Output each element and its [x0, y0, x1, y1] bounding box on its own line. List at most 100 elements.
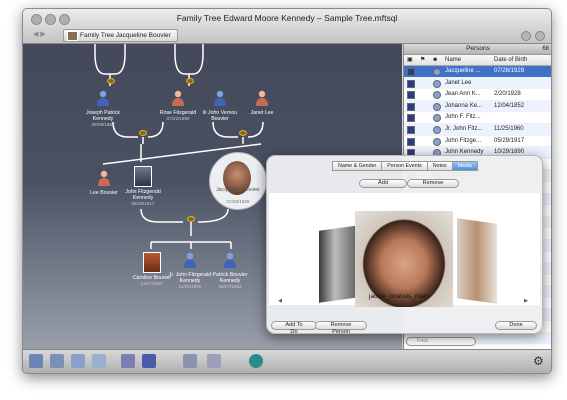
tree-person-joseph-patrick-kennedy[interactable]: Joseph Patrick Kennedy 09/06/1888 — [78, 90, 128, 128]
marriage-ring-icon — [239, 130, 247, 136]
person-row-name: Jr. John Fitz... — [445, 125, 483, 132]
done-button[interactable]: Done — [495, 321, 537, 330]
gender-icon — [433, 79, 441, 88]
person-photo — [143, 252, 161, 273]
media-coverflow[interactable] — [269, 193, 540, 307]
tree-marker-icon — [407, 68, 415, 76]
person-row[interactable]: Jean Ann K... 2/20/1928 — [404, 89, 551, 101]
pedigree-view-icon[interactable] — [50, 354, 64, 368]
gender-icon — [433, 137, 441, 146]
tree-person-janet-lee[interactable]: Janet Lee — [237, 90, 287, 116]
breadcrumb-thumb-icon — [67, 31, 78, 41]
globe-icon[interactable] — [249, 354, 263, 368]
tree-person-patrick-bouvier-kennedy[interactable]: Patrick Bouvier Kennedy 08/07/1963 — [205, 252, 255, 290]
scroll-right-icon[interactable]: ▶ — [523, 298, 529, 304]
person-row[interactable]: Janet Lee — [404, 77, 551, 90]
persons-count: 68 — [542, 46, 549, 52]
person-row[interactable]: Johanna Ke... 12/04/1852 — [404, 100, 551, 113]
marriage-ring-icon — [139, 130, 147, 136]
gender-icon — [433, 91, 441, 100]
person-row-name: John Fitzge... — [445, 137, 482, 144]
report-icon[interactable] — [121, 354, 135, 368]
tab-media[interactable]: Media — [451, 161, 479, 171]
gear-icon[interactable]: ⚙ — [533, 354, 547, 368]
person-row-name: John F. Fitz... — [445, 114, 481, 121]
breadcrumb[interactable]: Family Tree Jacqueline Bouvier — [63, 29, 178, 42]
person-row[interactable]: John F. Fitz... — [404, 112, 551, 124]
selected-person-bubble[interactable]: Jacqueline Bouvier 07/28/1929 — [209, 152, 267, 210]
toolbar-options-icon[interactable] — [535, 31, 545, 41]
tree-marker-icon — [407, 114, 415, 123]
forward-icon[interactable]: ▶ — [40, 31, 45, 38]
person-name: John Fitzgerald Kennedy — [125, 189, 161, 201]
column-icon-tree[interactable]: ▣ — [407, 55, 413, 65]
marriage-ring-icon — [186, 78, 194, 84]
person-row-dob: 12/04/1852 — [494, 102, 525, 109]
tree-marker-icon — [407, 79, 415, 88]
marriage-ring-icon — [187, 216, 195, 222]
title-bar: Family Tree Edward Moore Kennedy – Sampl… — [23, 9, 551, 44]
inspector-tabs: Name & Gender Person Events Notes Media — [332, 161, 479, 171]
persons-search-input[interactable]: Find — [406, 337, 476, 346]
person-date: 08/07/1963 — [218, 284, 242, 289]
person-row-name: Jean Ann K... — [445, 91, 481, 98]
window-title: Family Tree Edward Moore Kennedy – Sampl… — [176, 13, 398, 23]
nav-arrows[interactable]: ◀ ▶ — [33, 30, 46, 38]
add-person-icon[interactable] — [142, 354, 156, 368]
back-icon[interactable]: ◀ — [33, 31, 38, 38]
toolbar-toggle-icon[interactable] — [521, 31, 531, 41]
fan-chart-icon[interactable] — [92, 354, 106, 368]
male-person-icon — [184, 252, 196, 268]
bottom-toolbar: ⚙ — [23, 349, 551, 373]
column-icon-gender[interactable]: ☻ — [432, 55, 438, 65]
gender-icon — [433, 125, 441, 134]
persons-column-header: ▣ ⚑ ☻ Name Date of Birth — [404, 55, 551, 66]
gender-icon — [433, 102, 441, 111]
gender-icon — [433, 114, 441, 123]
media-thumbnail-left[interactable] — [319, 225, 359, 303]
male-person-icon — [224, 252, 236, 268]
tree-marker-icon — [407, 102, 415, 111]
person-row-dob: 07/28/1929 — [494, 68, 525, 74]
media-scrollbar[interactable]: ◀ ▶ — [277, 298, 529, 304]
female-person-icon — [256, 90, 268, 106]
person-name: Janet Lee — [250, 110, 274, 116]
person-row[interactable]: John Fitzge... 05/29/1917 — [404, 136, 551, 148]
person-row-dob: 2/20/1928 — [494, 91, 521, 98]
person-name: Patrick Bouvier Kennedy — [212, 272, 248, 284]
person-row-name: Johanna Ke... — [445, 102, 483, 109]
tab-notes[interactable]: Notes — [426, 161, 453, 171]
tab-person-events[interactable]: Person Events — [381, 161, 428, 171]
persons-header: Persons 68 — [404, 44, 551, 55]
person-name: Joseph Patrick Kennedy — [85, 110, 121, 122]
person-inspector-panel: Name & Gender Person Events Notes Media Add… — [266, 155, 543, 334]
media-icon[interactable] — [207, 354, 221, 368]
gender-icon — [433, 68, 441, 76]
female-person-icon — [172, 90, 184, 106]
descendants-view-icon[interactable] — [71, 354, 85, 368]
person-date: 09/06/1888 — [91, 122, 115, 127]
column-dob-header[interactable]: Date of Birth — [494, 55, 527, 65]
media-thumbnail-right[interactable] — [457, 218, 497, 304]
person-row[interactable]: Jacqueline ... 07/28/1929 — [404, 66, 551, 78]
column-icon-flag[interactable]: ⚑ — [420, 55, 425, 65]
tree-view-icon[interactable] — [29, 354, 43, 368]
person-row-name: Jacqueline ... — [445, 68, 481, 74]
tree-person-john-fitzgerald-kennedy[interactable]: John Fitzgerald Kennedy 05/29/1917 — [118, 166, 168, 207]
selected-person-name: Jacqueline Bouvier — [216, 187, 260, 193]
add-todo-button[interactable]: Add To Do — [271, 321, 317, 333]
persons-title: Persons — [466, 45, 490, 52]
remove-media-button[interactable]: Remove — [407, 179, 459, 188]
column-name-header[interactable]: Name — [445, 55, 461, 65]
male-person-icon — [214, 90, 226, 106]
person-row[interactable]: Jr. John Fitz... 11/25/1960 — [404, 123, 551, 136]
person-row-name: Janet Lee — [445, 79, 472, 86]
remove-person-button[interactable]: Remove Person — [315, 321, 367, 333]
marriage-ring-icon — [107, 78, 115, 84]
person-date: 05/29/1917 — [131, 201, 155, 206]
tab-name-gender[interactable]: Name & Gender — [332, 161, 383, 171]
selected-person-date: 07/28/1929 — [226, 199, 250, 204]
add-media-button[interactable]: Add — [359, 179, 407, 188]
statistics-icon[interactable] — [183, 354, 197, 368]
scroll-left-icon[interactable]: ◀ — [277, 298, 283, 304]
